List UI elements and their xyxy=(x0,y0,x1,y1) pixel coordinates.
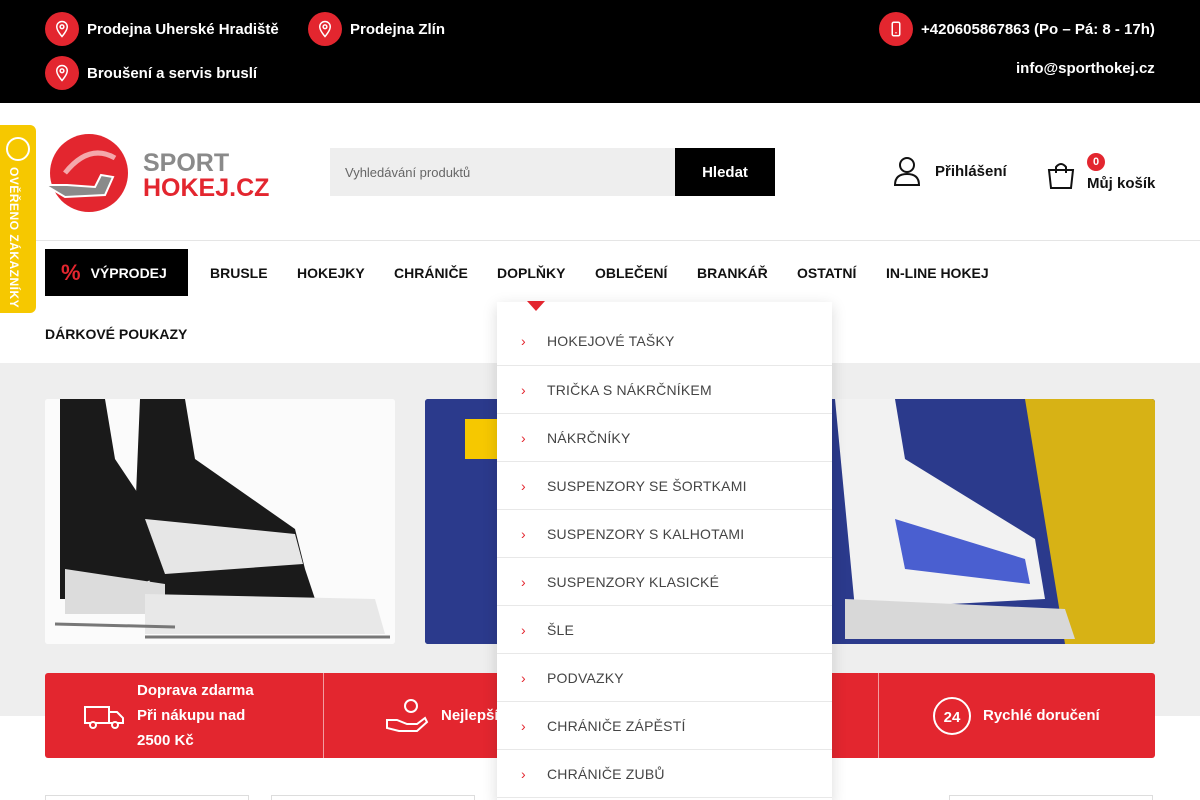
chevron-right-icon: › xyxy=(521,525,526,542)
site-logo[interactable]: SPORT HOKEJ.CZ xyxy=(41,133,280,213)
chevron-right-icon: › xyxy=(521,429,526,446)
chevron-right-icon: › xyxy=(521,621,526,638)
login-label: Přihlášení xyxy=(935,162,1007,180)
nav-item-doplnky[interactable]: DOPLŇKY xyxy=(497,265,565,281)
feature-divider xyxy=(878,673,879,758)
nav-item-ostatni[interactable]: OSTATNÍ xyxy=(797,265,856,281)
search-bar: Hledat xyxy=(330,148,775,196)
verified-customers-badge[interactable]: OVĚŘENO ZÁKAZNÍKY xyxy=(0,125,36,313)
feature-fast-delivery-label: Rychlé doručení xyxy=(983,707,1100,724)
feature-shipping-line2: Při nákupu nad xyxy=(137,707,246,724)
clock-24-icon: 24 xyxy=(933,696,971,735)
doplnky-dropdown-menu: › HOKEJOVÉ TAŠKY › TRIČKA S NÁKRČNÍKEM › NÁ… xyxy=(497,301,832,800)
feature-free-shipping: Doprava zdarma Při nákupu nad 2500 Kč xyxy=(83,673,254,758)
feature-best-price: Nejlepší xyxy=(385,673,499,758)
location-pin-icon xyxy=(45,56,79,90)
dropdown-item-label: ŠLE xyxy=(547,621,575,638)
svg-text:24: 24 xyxy=(944,709,961,726)
nav-item-inline-hokej[interactable]: IN-LINE HOKEJ xyxy=(886,265,989,281)
dropdown-item-nakrcniky[interactable]: › NÁKRČNÍKY xyxy=(497,414,832,462)
svg-text:SPORT: SPORT xyxy=(143,149,229,177)
nav-item-darkove-poukazy[interactable]: DÁRKOVÉ POUKAZY xyxy=(45,326,187,342)
phone-icon xyxy=(879,12,913,46)
percent-icon: % xyxy=(61,259,81,285)
cart-link[interactable]: 0 Můj košík xyxy=(1046,151,1156,199)
dropdown-item-hokejove-tasky[interactable]: › HOKEJOVÉ TAŠKY xyxy=(497,316,832,366)
nav-sale-button[interactable]: % VÝPRODEJ xyxy=(45,249,188,296)
dropdown-item-label: SUSPENZORY S KALHOTAMI xyxy=(547,525,745,542)
login-link[interactable]: Přihlášení xyxy=(893,156,1007,186)
store-zlin-link[interactable]: Prodejna Zlín xyxy=(308,12,445,46)
location-pin-icon xyxy=(308,12,342,46)
verified-badge-label: OVĚŘENO ZÁKAZNÍKY xyxy=(7,167,21,309)
cart-label: Můj košík xyxy=(1087,175,1156,192)
category-card xyxy=(45,795,249,800)
verified-seal-icon xyxy=(6,137,30,161)
site-header: SPORT HOKEJ.CZ Hledat Přihlášení 0 Můj k… xyxy=(0,103,1200,241)
cart-count-badge: 0 xyxy=(1087,153,1105,171)
top-bar: Prodejna Uherské Hradiště Prodejna Zlín … xyxy=(0,0,1200,103)
shopping-bag-icon xyxy=(1047,163,1075,189)
dropdown-item-suspenzory-se-sortkami[interactable]: › SUSPENZORY SE ŠORTKAMI xyxy=(497,462,832,510)
chevron-right-icon: › xyxy=(521,765,526,782)
banner-skates-left[interactable] xyxy=(45,399,395,644)
dropdown-item-label: CHRÁNIČE ZÁPĚSTÍ xyxy=(547,717,686,734)
store-zlin-label: Prodejna Zlín xyxy=(350,20,446,38)
delivery-truck-icon xyxy=(84,705,124,729)
phone-label: +420605867863 (Po – Pá: 8 - 17h) xyxy=(921,20,1155,38)
dropdown-item-label: PODVAZKY xyxy=(547,669,624,686)
chevron-right-icon: › xyxy=(521,717,526,734)
feature-divider xyxy=(323,673,324,758)
dropdown-item-label: TRIČKA S NÁKRČNÍKEM xyxy=(547,381,712,398)
dropdown-item-label: SUSPENZORY KLASICKÉ xyxy=(547,573,720,590)
nav-sale-label: VÝPRODEJ xyxy=(90,264,167,281)
nav-item-obleceni[interactable]: OBLEČENÍ xyxy=(595,265,667,281)
dropdown-item-suspenzory-s-kalhotami[interactable]: › SUSPENZORY S KALHOTAMI xyxy=(497,510,832,558)
location-pin-icon xyxy=(45,12,79,46)
store-uh-label: Prodejna Uherské Hradiště xyxy=(87,20,279,38)
nav-item-hokejky[interactable]: HOKEJKY xyxy=(297,265,365,281)
service-link[interactable]: Broušení a servis bruslí xyxy=(45,56,257,90)
nav-item-brankar[interactable]: BRANKÁŘ xyxy=(697,265,768,281)
dropdown-item-chranice-zubu[interactable]: › CHRÁNIČE ZUBŮ xyxy=(497,750,832,798)
dropdown-item-suspenzory-klasicke[interactable]: › SUSPENZORY KLASICKÉ xyxy=(497,558,832,606)
svg-text:HOKEJ.CZ: HOKEJ.CZ xyxy=(143,174,269,202)
search-button[interactable]: Hledat xyxy=(675,148,775,196)
chevron-right-icon: › xyxy=(521,669,526,686)
feature-fast-delivery: 24 Rychlé doručení xyxy=(931,673,1100,758)
nav-item-brusle[interactable]: BRUSLE xyxy=(210,265,268,281)
search-input[interactable] xyxy=(330,148,675,196)
dropdown-item-label: HOKEJOVÉ TAŠKY xyxy=(547,332,675,349)
dropdown-item-sle[interactable]: › ŠLE xyxy=(497,606,832,654)
service-label: Broušení a servis bruslí xyxy=(87,64,258,82)
dropdown-item-podvazky[interactable]: › PODVAZKY xyxy=(497,654,832,702)
nav-item-chranice[interactable]: CHRÁNIČE xyxy=(394,265,468,281)
category-card xyxy=(949,795,1153,800)
chevron-right-icon: › xyxy=(521,381,526,398)
dropdown-item-label: CHRÁNIČE ZUBŮ xyxy=(547,765,665,782)
phone-link[interactable]: +420605867863 (Po – Pá: 8 - 17h) xyxy=(879,12,1155,46)
chevron-right-icon: › xyxy=(521,573,526,590)
feature-best-price-label: Nejlepší xyxy=(441,707,499,724)
user-icon xyxy=(893,157,921,186)
chevron-right-icon: › xyxy=(521,477,526,494)
feature-shipping-line1: Doprava zdarma xyxy=(137,682,254,699)
hand-coins-icon xyxy=(386,698,429,732)
store-uh-link[interactable]: Prodejna Uherské Hradiště xyxy=(45,12,279,46)
dropdown-item-label: NÁKRČNÍKY xyxy=(547,429,631,446)
feature-shipping-line3: 2500 Kč xyxy=(137,732,194,749)
dropdown-item-label: SUSPENZORY SE ŠORTKAMI xyxy=(547,477,747,494)
email-link[interactable]: info@sporthokej.cz xyxy=(1016,60,1155,77)
dropdown-item-chranice-zapesti[interactable]: › CHRÁNIČE ZÁPĚSTÍ xyxy=(497,702,832,750)
category-card xyxy=(271,795,475,800)
chevron-right-icon: › xyxy=(521,332,526,349)
dropdown-item-tricka-s-nakrcnikem[interactable]: › TRIČKA S NÁKRČNÍKEM xyxy=(497,366,832,414)
